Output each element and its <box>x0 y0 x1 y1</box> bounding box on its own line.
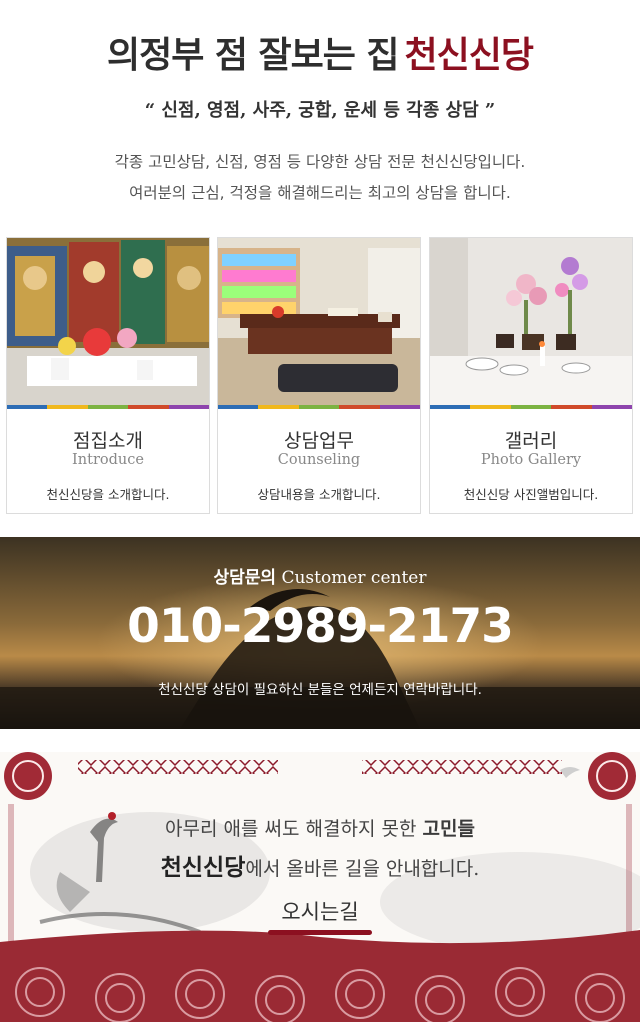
page-title-brand: 천신신당 <box>404 34 534 76</box>
stripe-segment <box>128 405 169 409</box>
card-title: 점집소개 <box>73 430 143 452</box>
stripe-segment <box>298 405 340 409</box>
stripe-segment <box>87 405 129 409</box>
stripe-segment <box>168 405 210 409</box>
card-gallery[interactable]: 갤러리 Photo Gallery 천신신당 사진앨범입니다. <box>429 237 633 514</box>
contact-note: 천신신당 상담이 필요하신 분들은 언제든지 연락바랍니다. <box>158 682 482 698</box>
guide-line-2: 천신신당에서 올바른 길을 안내합니다. <box>0 848 640 882</box>
stripe-segment <box>258 405 299 409</box>
card-subtitle: Photo Gallery <box>480 452 582 468</box>
guide-line-1-text: 아무리 애를 써도 해결하지 못한 <box>165 818 423 840</box>
card-title: 상담업무 <box>284 430 354 452</box>
stripe-segment <box>379 405 421 409</box>
stripe-segment <box>339 405 380 409</box>
card-color-stripe <box>218 405 421 409</box>
intro-line-1: 각종 고민상담, 신점, 영점 등 다양한 상담 전문 천신신당입니다. <box>114 153 526 171</box>
card-introduce[interactable]: 점집소개 Introduce 천신신당을 소개합니다. <box>6 237 210 514</box>
card-subtitle: Introduce <box>72 452 144 468</box>
contact-label-ko: 상담문의 <box>213 568 277 588</box>
page-title: 의정부 점 잘보는 집 천신신당 <box>0 26 640 78</box>
phone-number[interactable]: 010-2989-2173 <box>0 599 640 654</box>
directions-button-label: 오시는길 <box>281 900 359 924</box>
guide-line-1: 아무리 애를 써도 해결하지 못한 고민들 <box>0 814 640 841</box>
shrine-altar-photo <box>7 238 209 405</box>
stripe-segment <box>430 405 471 409</box>
contact-label-en: Customer center <box>281 568 427 588</box>
stripe-segment <box>7 405 48 409</box>
card-counseling[interactable]: 상담업무 Counseling 상담내용을 소개합니다. <box>217 237 421 514</box>
card-title: 갤러리 <box>504 430 558 452</box>
guide-line-1-emphasis: 고민들 <box>422 818 475 840</box>
intro-line-2: 여러분의 근심, 걱정을 해결해드리는 최고의 상담을 합니다. <box>129 184 511 202</box>
directions-button[interactable]: 오시는길 <box>262 892 378 936</box>
stripe-segment <box>510 405 552 409</box>
brush-underline <box>268 930 372 935</box>
contact-label: 상담문의 Customer center <box>0 563 640 588</box>
stripe-segment <box>218 405 259 409</box>
directions-banner: 아무리 애를 써도 해결하지 못한 고민들 천신신당에서 올바른 길을 안내합니… <box>0 752 640 1022</box>
card-caption: 천신신당 사진앨범입니다. <box>463 487 599 502</box>
altar-flowers-photo <box>430 238 632 405</box>
stripe-segment <box>47 405 88 409</box>
traditional-pattern-background <box>0 752 640 1022</box>
stripe-segment <box>551 405 592 409</box>
counseling-room-photo <box>218 238 420 405</box>
guide-line-2-text: 에서 올바른 길을 안내합니다. <box>245 858 480 880</box>
card-caption: 천신신당을 소개합니다. <box>46 487 170 502</box>
page-title-prefix: 의정부 점 잘보는 집 <box>106 34 400 76</box>
card-subtitle: Counseling <box>277 452 361 468</box>
contact-banner: 상담문의 Customer center 010-2989-2173 천신신당 … <box>0 537 640 729</box>
stripe-segment <box>591 405 633 409</box>
card-color-stripe <box>7 405 210 409</box>
stripe-segment <box>470 405 511 409</box>
guide-line-2-brand: 천신신당 <box>160 854 246 881</box>
card-color-stripe <box>430 405 633 409</box>
card-caption: 상담내용을 소개합니다. <box>257 487 381 502</box>
services-subtitle: “ 신점, 영점, 사주, 궁합, 운세 등 각종 상담 ” <box>144 100 496 121</box>
